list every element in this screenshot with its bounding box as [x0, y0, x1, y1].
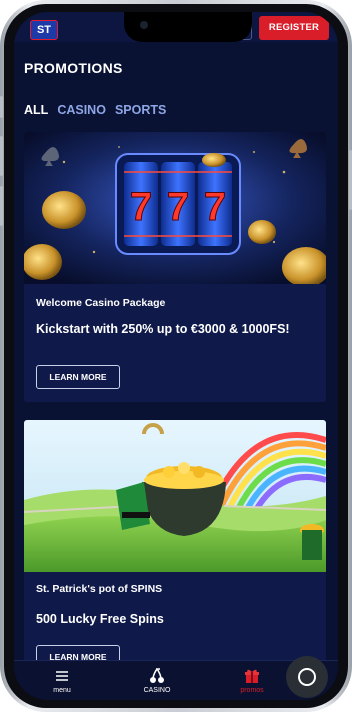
side-button: [0, 96, 3, 118]
gift-icon: [222, 665, 282, 687]
volume-down-button: [0, 186, 3, 226]
cherries-icon: [127, 665, 187, 687]
volume-up-button: [0, 136, 3, 176]
site-logo[interactable]: ST: [30, 20, 58, 40]
reel-symbol: 7: [130, 185, 152, 229]
promo-tabs: ALL CASINO SPORTS: [24, 103, 166, 117]
learn-more-button[interactable]: LEARN MORE: [36, 365, 120, 389]
promo-subtitle: Welcome Casino Package: [36, 297, 166, 309]
promo-image-slot-machine: 7 7 7: [24, 132, 326, 284]
promo-card-st-patricks[interactable]: St. Patrick's pot of SPINS 500 Lucky Fre…: [24, 420, 326, 665]
phone-frame: ST REGISTER PROMOTIONS ALL CASINO SPORTS: [0, 0, 352, 712]
slot-machine-777-icon: 7 7 7: [24, 132, 326, 284]
promo-card-welcome[interactable]: 7 7 7 Welcome Casino Package Kickstart w…: [24, 132, 326, 402]
nav-menu-label: menu: [53, 687, 71, 694]
nav-promos[interactable]: promos: [222, 665, 282, 694]
register-button[interactable]: REGISTER: [259, 16, 329, 40]
reel-symbol: 7: [204, 185, 226, 229]
promo-headline: Kickstart with 250% up to €3000 & 1000FS…: [36, 322, 290, 336]
nav-casino[interactable]: CASINO: [127, 665, 187, 694]
screen: ST REGISTER PROMOTIONS ALL CASINO SPORTS: [14, 12, 338, 700]
promo-headline: 500 Lucky Free Spins: [36, 612, 164, 626]
page-title: PROMOTIONS: [24, 60, 123, 76]
hamburger-icon: [32, 665, 92, 687]
promo-subtitle: St. Patrick's pot of SPINS: [36, 583, 163, 595]
pot-of-gold-rainbow-icon: [24, 420, 326, 572]
nav-menu[interactable]: menu: [32, 665, 92, 694]
tab-casino[interactable]: CASINO: [57, 103, 106, 117]
nav-promos-label: promos: [240, 687, 264, 694]
tab-all[interactable]: ALL: [24, 103, 48, 117]
tab-sports[interactable]: SPORTS: [115, 103, 166, 117]
camera-icon: [140, 21, 148, 29]
chat-icon[interactable]: [286, 656, 328, 698]
nav-casino-label: CASINO: [143, 687, 171, 694]
promo-image-pot-of-gold: [24, 420, 326, 572]
reel-symbol: 7: [167, 185, 189, 229]
phone-notch: [124, 12, 252, 42]
